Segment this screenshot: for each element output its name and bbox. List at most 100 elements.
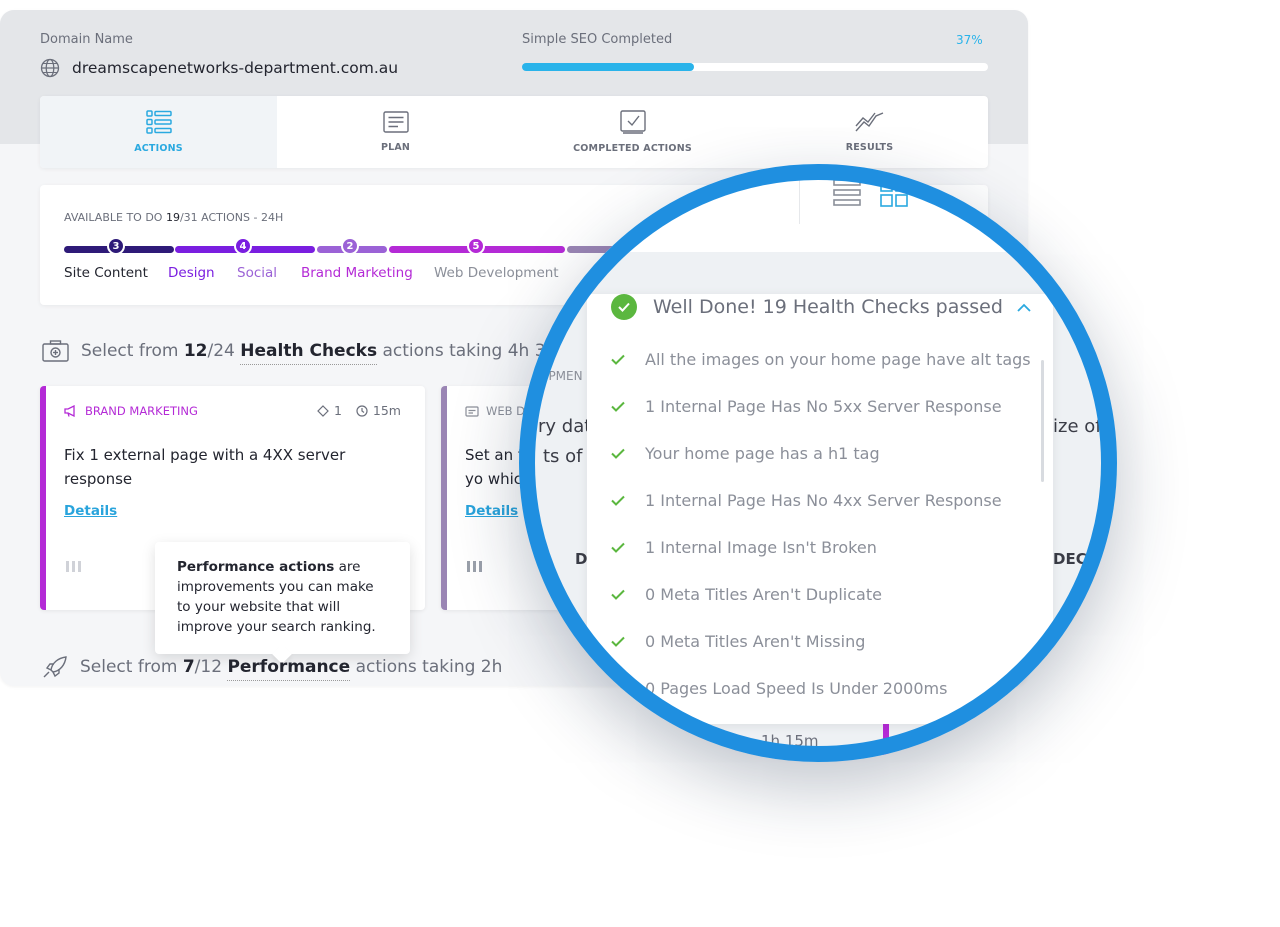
checked-box-icon xyxy=(619,110,646,134)
check-text: All the images on your home page have al… xyxy=(645,350,1031,369)
check-icon xyxy=(611,683,625,694)
check-text: Your home page has a h1 tag xyxy=(645,444,880,463)
background-card-text: ize of xyxy=(1053,416,1102,437)
health-checks-section-title: Select from 12/24 Health Checks actions … xyxy=(42,340,557,365)
background-card-text: iry dat xyxy=(533,416,592,437)
category-web-development[interactable]: Web Development xyxy=(434,265,559,281)
health-category-name[interactable]: Health Checks xyxy=(240,341,378,365)
category-site-content[interactable]: Site Content xyxy=(64,265,148,281)
check-icon xyxy=(611,495,625,506)
list-icon xyxy=(145,110,172,134)
seo-progress-percent: 37% xyxy=(956,33,983,47)
background-card-stripe xyxy=(883,724,889,762)
globe-icon xyxy=(40,58,60,78)
card-stripe xyxy=(40,386,46,610)
scrollbar[interactable] xyxy=(1041,360,1044,482)
health-prefix: Select from xyxy=(81,341,179,361)
clock-icon xyxy=(356,404,368,417)
background-card-text: DECI xyxy=(1053,550,1093,568)
card-stripe xyxy=(441,386,447,610)
card-category: WEB D xyxy=(465,404,525,418)
rocket-icon xyxy=(43,656,67,678)
check-circle-icon xyxy=(611,294,637,320)
category-count-design: 4 xyxy=(234,237,252,255)
background-card-text: D xyxy=(575,550,588,568)
performance-prefix: Select from xyxy=(80,657,178,677)
list-item: Your home page has a h1 tag xyxy=(611,444,880,463)
list-item: 1 Internal Image Isn't Broken xyxy=(611,538,877,557)
domain-row: dreamscapenetworks-department.com.au xyxy=(40,58,398,78)
check-text: 1 Internal Page Has No 4xx Server Respon… xyxy=(645,491,1002,510)
grid-view-icon[interactable] xyxy=(879,178,909,208)
card-category-label: BRAND MARKETING xyxy=(85,404,198,418)
check-icon xyxy=(611,401,625,412)
performance-tooltip: Performance actions are improvements you… xyxy=(155,542,410,654)
available-actions-text: AVAILABLE TO DO 19/31 ACTIONS - 24H xyxy=(64,211,283,224)
performance-suffix: actions taking 2h xyxy=(355,657,503,677)
available-suffix: ACTIONS - 24H xyxy=(201,211,284,224)
main-tabs: ACTIONS PLAN COMPLETED ACTIONS RESULTS xyxy=(40,96,988,168)
performance-section-title: Select from 7/12 Performance actions tak… xyxy=(42,655,503,681)
card-points-value: 1 xyxy=(333,403,342,418)
tab-results[interactable]: RESULTS xyxy=(751,96,988,168)
health-checks-header[interactable]: Well Done! 19 Health Checks passed xyxy=(611,294,1003,320)
health-suffix: actions taking 4h 30 xyxy=(382,341,557,361)
list-item: 1 Internal Page Has No 5xx Server Respon… xyxy=(611,397,1002,416)
check-icon xyxy=(611,542,625,553)
diamond-icon xyxy=(317,404,329,417)
category-brand-marketing[interactable]: Brand Marketing xyxy=(301,265,413,281)
performance-category-name[interactable]: Performance xyxy=(227,657,351,681)
check-icon xyxy=(611,354,625,365)
list-view-icon[interactable] xyxy=(832,178,862,208)
card-time: 15m xyxy=(356,403,401,418)
difficulty-bars xyxy=(467,561,482,572)
health-checks-title: Well Done! 19 Health Checks passed xyxy=(653,296,1003,318)
check-text: 1 Internal Image Isn't Broken xyxy=(645,538,877,557)
check-text: 1 Internal Page Has No 5xx Server Respon… xyxy=(645,397,1002,416)
card-description: Fix 1 external page with a 4XX server re… xyxy=(64,446,346,488)
category-design[interactable]: Design xyxy=(168,265,215,281)
card-category: BRAND MARKETING xyxy=(64,404,198,418)
card-details-link[interactable]: Details xyxy=(465,503,518,519)
difficulty-bars xyxy=(66,561,81,572)
tab-label: ACTIONS xyxy=(134,143,183,154)
category-count-site-content: 3 xyxy=(107,237,125,255)
available-done: 19 xyxy=(165,211,180,224)
tooltip-bold: Performance actions xyxy=(177,559,335,575)
check-text: 0 Meta Titles Aren't Missing xyxy=(645,632,866,651)
check-text: 0 Pages Load Speed Is Under 2000ms xyxy=(645,679,948,698)
card-meta: 1 15m xyxy=(317,403,401,418)
card-details-link[interactable]: Details xyxy=(64,503,117,519)
tab-label: COMPLETED ACTIONS xyxy=(573,143,692,154)
performance-total: /12 xyxy=(194,657,223,677)
tab-actions[interactable]: ACTIONS xyxy=(40,96,277,168)
lens-top-card xyxy=(519,164,1117,252)
magnifier-lens: iry dat ts of yo OPMEN ize of D DECI 1h … xyxy=(519,164,1117,762)
trend-line-icon xyxy=(854,112,883,132)
card-category-label: WEB D xyxy=(486,404,526,418)
tab-label: RESULTS xyxy=(845,142,894,153)
category-count-social: 2 xyxy=(341,237,359,255)
domain-label: Domain Name xyxy=(40,32,133,47)
check-icon xyxy=(611,636,625,647)
domain-value: dreamscapenetworks-department.com.au xyxy=(72,59,399,77)
available-prefix: AVAILABLE TO DO xyxy=(64,211,163,224)
document-icon xyxy=(382,111,409,133)
category-count-brand-marketing: 5 xyxy=(467,237,485,255)
check-text: 0 Meta Titles Aren't Duplicate xyxy=(645,585,882,604)
chevron-up-icon[interactable] xyxy=(1017,303,1031,312)
card-time-value: 15m xyxy=(372,403,401,418)
code-window-icon xyxy=(465,405,479,417)
background-card-time: 1h 15m xyxy=(761,732,819,750)
list-item: 0 Meta Titles Aren't Duplicate xyxy=(611,585,882,604)
lens-divider xyxy=(799,164,800,224)
seo-progress-bar xyxy=(522,63,988,71)
tab-plan[interactable]: PLAN xyxy=(277,96,514,168)
check-icon xyxy=(611,589,625,600)
health-kit-icon xyxy=(42,340,69,362)
tab-completed-actions[interactable]: COMPLETED ACTIONS xyxy=(514,96,751,168)
seo-progress-label: Simple SEO Completed xyxy=(522,32,673,47)
performance-done: 7 xyxy=(182,657,195,677)
category-social[interactable]: Social xyxy=(237,265,277,281)
list-item: 0 Pages Load Speed Is Under 2000ms xyxy=(611,679,947,698)
